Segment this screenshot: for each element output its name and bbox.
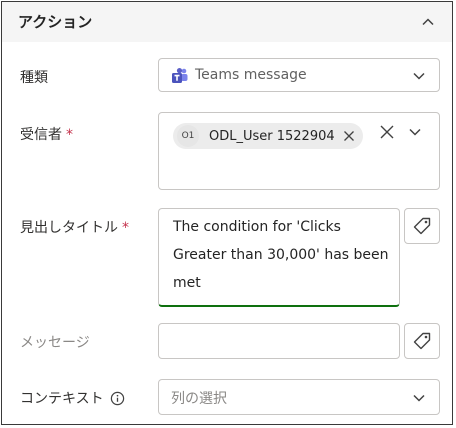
chevron-down-icon xyxy=(413,394,425,402)
type-dropdown[interactable]: Teams message xyxy=(158,58,440,92)
context-placeholder: 列の選択 xyxy=(171,391,227,407)
info-icon[interactable] xyxy=(110,391,125,406)
recipient-label: 受信者 * xyxy=(20,124,73,144)
context-label: コンテキスト xyxy=(20,388,125,408)
recipient-label-text: 受信者 xyxy=(20,127,62,143)
teams-icon xyxy=(172,68,188,83)
action-panel: アクション 種類 Teams message 受信者 * O1 ODL_User… xyxy=(1,1,453,425)
recipient-picker[interactable]: O1 ODL_User 1522904 xyxy=(158,112,440,190)
message-input[interactable] xyxy=(158,323,400,359)
headline-insert-tag-button[interactable] xyxy=(404,208,440,244)
context-dropdown[interactable]: 列の選択 xyxy=(158,379,440,415)
message-label: メッセージ xyxy=(20,335,90,351)
remove-chip-icon[interactable] xyxy=(343,130,355,142)
required-mark: * xyxy=(66,127,73,143)
clear-icon[interactable] xyxy=(379,124,395,140)
message-insert-tag-button[interactable] xyxy=(404,323,440,359)
tag-icon xyxy=(413,332,431,350)
chevron-down-icon[interactable] xyxy=(407,124,423,140)
panel-content: 種類 Teams message 受信者 * O1 ODL_User 152290… xyxy=(2,42,452,424)
type-label: 種類 xyxy=(20,70,48,86)
recipient-chip-name: ODL_User 1522904 xyxy=(209,128,335,144)
avatar: O1 xyxy=(177,125,199,147)
chevron-up-icon xyxy=(422,18,434,26)
required-mark: * xyxy=(122,220,129,236)
headline-label-text: 見出しタイトル xyxy=(20,220,118,236)
chevron-down-icon xyxy=(413,72,425,80)
panel-title: アクション xyxy=(18,13,93,31)
headline-textarea[interactable]: The condition for 'Clicks Greater than 3… xyxy=(158,208,400,307)
type-value: Teams message xyxy=(195,67,307,83)
collapse-button[interactable] xyxy=(416,10,440,34)
headline-label: 見出しタイトル * xyxy=(20,217,129,237)
recipient-chip[interactable]: O1 ODL_User 1522904 xyxy=(173,123,363,149)
context-label-text: コンテキスト xyxy=(20,391,104,407)
panel-header[interactable]: アクション xyxy=(2,2,452,42)
tag-icon xyxy=(413,217,431,235)
headline-value: The condition for 'Clicks Greater than 3… xyxy=(173,219,389,291)
